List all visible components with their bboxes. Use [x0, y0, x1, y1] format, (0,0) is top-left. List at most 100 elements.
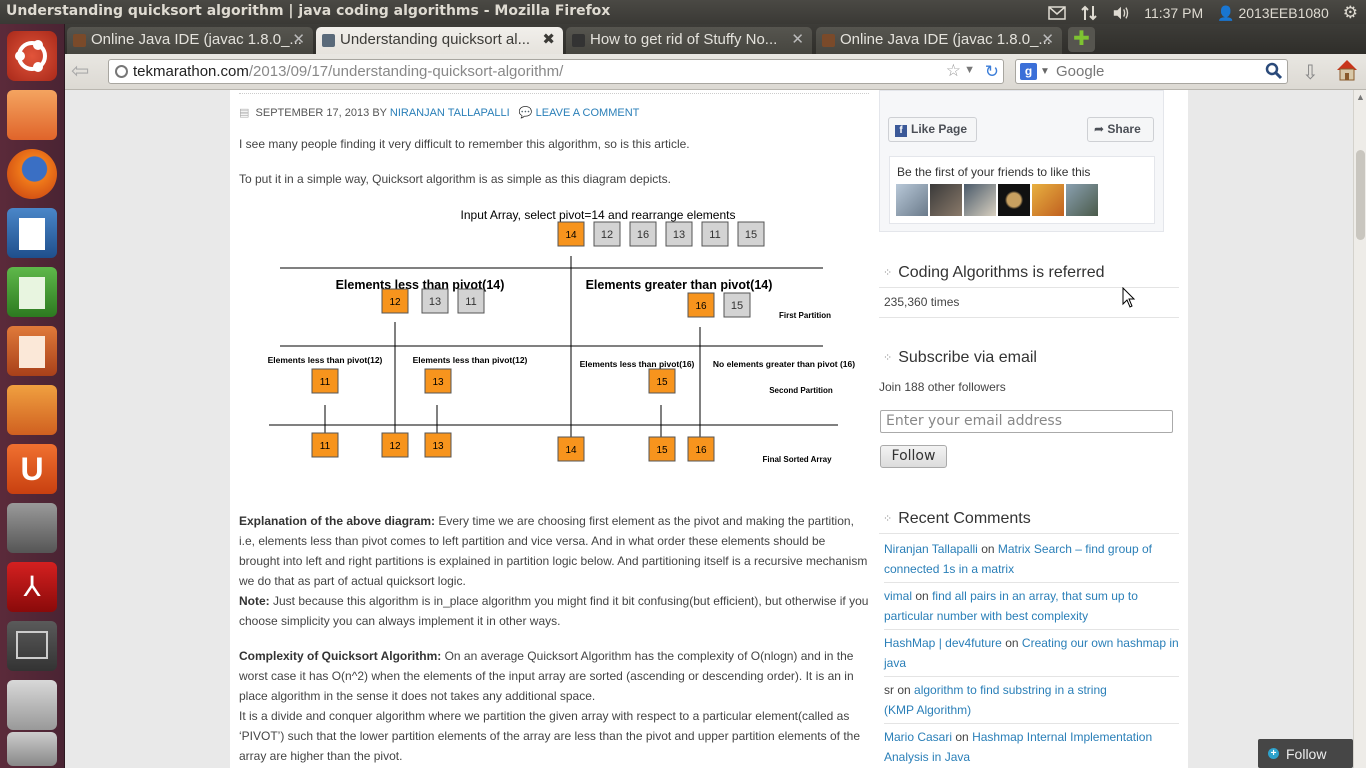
subscribe-title: Subscribe via email [883, 349, 1037, 367]
wp-follow-button[interactable]: + Follow [1258, 739, 1353, 768]
java-favicon-icon [822, 34, 835, 47]
mail-icon[interactable] [1048, 5, 1066, 21]
second-partition-label: Second Partition [769, 386, 833, 395]
gear-icon[interactable]: ⚙ [1343, 3, 1358, 23]
system-settings-icon[interactable] [7, 503, 57, 553]
globe-icon [115, 65, 128, 78]
page-scrollbar[interactable]: ▲ [1353, 90, 1366, 768]
recent-comments-title: Recent Comments [883, 510, 1031, 528]
right-partition-element-value: 15 [731, 300, 743, 312]
fb-like-page-button[interactable]: f Like Page [888, 117, 977, 142]
comment-author[interactable]: Niranjan Tallapalli [884, 542, 978, 556]
new-tab-button[interactable]: ✚ [1068, 27, 1095, 52]
less-than-16-label: Elements less than pivot(16) [580, 359, 695, 369]
close-icon[interactable]: ✖ [542, 30, 555, 48]
comment-post-link[interactable]: algorithm to find substring in a string … [884, 683, 1107, 717]
follow-button[interactable]: Follow [880, 445, 947, 468]
avatar[interactable] [930, 184, 962, 216]
divide-conquer-text: It is a divide and conquer algorithm whe… [239, 709, 860, 763]
scroll-up-icon[interactable]: ▲ [1356, 92, 1365, 102]
fb-friends-text: Be the first of your friends to like thi… [897, 165, 1091, 179]
second-partition-element-value: 13 [432, 377, 444, 388]
avatar[interactable] [1066, 184, 1098, 216]
avatar[interactable] [1032, 184, 1064, 216]
impress-icon[interactable] [7, 326, 57, 376]
user-icon: 👤 [1217, 4, 1235, 21]
no-greater-than-16-label: No elements greater than pivot (16) [713, 359, 855, 369]
comment-item: sr on algorithm to find substring in a s… [884, 683, 1107, 717]
right-partition-element-value: 16 [695, 301, 707, 312]
complexity-label: Complexity of Quicksort Algorithm: [239, 649, 442, 663]
search-bar[interactable]: g ▼ Google [1015, 59, 1288, 84]
page-favicon-icon [322, 34, 335, 47]
comment-author[interactable]: Mario Casari [884, 730, 952, 744]
post-date: SEPTEMBER 17, 2013 [255, 107, 370, 119]
reload-icon[interactable]: ↻ [985, 62, 999, 82]
home-icon[interactable] [1335, 58, 1359, 82]
input-element-value: 11 [709, 229, 720, 241]
scrollbar-thumb[interactable] [1356, 150, 1365, 240]
facebook-icon: f [895, 125, 907, 137]
search-engine-dropdown-icon[interactable]: ▼ [1040, 66, 1050, 77]
trash-icon[interactable] [7, 732, 57, 766]
dash-home-icon[interactable] [7, 31, 57, 81]
url-dropdown-icon[interactable]: ▼ [964, 64, 975, 76]
leave-comment-link[interactable]: LEAVE A COMMENT [536, 107, 640, 119]
note-text: Just because this algorithm is in_place … [239, 594, 869, 628]
comment-author[interactable]: HashMap | dev4future [884, 636, 1002, 650]
back-button[interactable]: ⇦ [71, 60, 97, 84]
adobe-reader-icon[interactable]: ⅄ [7, 562, 57, 612]
url-bar[interactable]: tekmarathon.com/2013/09/17/understanding… [108, 59, 1004, 84]
search-icon[interactable] [1265, 62, 1283, 80]
tab-online-java-ide-1[interactable]: Online Java IDE (javac 1.8.0_... ✕ [67, 27, 313, 54]
first-partition-label: First Partition [779, 311, 831, 320]
input-element-value: 13 [673, 229, 685, 241]
url-path: /2013/09/17/understanding-quicksort-algo… [248, 63, 564, 80]
avatar[interactable] [964, 184, 996, 216]
fb-share-button[interactable]: ➦ Share [1087, 117, 1154, 142]
email-field[interactable]: Enter your email address [880, 410, 1173, 433]
close-icon[interactable]: ✕ [791, 30, 804, 48]
software-center-icon[interactable] [7, 385, 57, 435]
post-meta: ▤ SEPTEMBER 17, 2013 BY NIRANJAN TALLAPA… [239, 106, 639, 119]
calc-icon[interactable] [7, 267, 57, 317]
volume-icon[interactable] [1112, 5, 1130, 21]
author-link[interactable]: NIRANJAN TALLAPALLI [390, 107, 510, 119]
bookmark-star-icon[interactable]: ☆ [946, 61, 961, 81]
tab-stuffy-nose[interactable]: How to get rid of Stuffy No... ✕ [566, 27, 812, 54]
network-icon[interactable] [1080, 5, 1098, 21]
divider [884, 629, 1179, 630]
note-label: Note: [239, 594, 270, 608]
left-partition-element-value: 13 [429, 296, 441, 308]
workspace-switcher-icon[interactable] [7, 621, 57, 671]
input-element-value: 14 [565, 230, 577, 241]
tab-online-java-ide-2[interactable]: Online Java IDE (javac 1.8.0_... ✕ [816, 27, 1062, 54]
intro-paragraph-1: I see many people finding it very diffic… [239, 137, 690, 151]
quicksort-diagram: Input Array, select pivot=14 and rearran… [268, 208, 856, 464]
avatar[interactable] [896, 184, 928, 216]
explanation-label: Explanation of the above diagram: [239, 514, 436, 528]
referred-count: 235,360 times [884, 295, 960, 309]
divider [879, 533, 1179, 534]
comment-author[interactable]: vimal [884, 589, 912, 603]
writer-icon[interactable] [7, 208, 57, 258]
unity-launcher: U ⅄ [0, 24, 65, 768]
usb-drive-icon[interactable] [7, 680, 57, 730]
clock[interactable]: 11:37 PM [1144, 5, 1203, 21]
close-icon[interactable]: ✕ [1041, 30, 1054, 48]
downloads-icon[interactable]: ⇩ [1302, 60, 1319, 85]
files-icon[interactable] [7, 90, 57, 140]
google-icon[interactable]: g [1020, 63, 1037, 80]
right-partition-1: 16 15 [687, 292, 751, 318]
firefox-icon[interactable] [7, 149, 57, 199]
avatar[interactable] [998, 184, 1030, 216]
share-icon: ➦ [1094, 122, 1105, 136]
close-icon[interactable]: ✕ [292, 30, 305, 48]
divider [239, 93, 869, 94]
ubuntu-one-icon[interactable]: U [7, 444, 57, 494]
user-menu[interactable]: 👤 2013EEB1080 [1217, 5, 1329, 22]
second-partition-element-value: 11 [320, 377, 331, 388]
divider [884, 676, 1179, 677]
tab-understanding-quicksort[interactable]: Understanding quicksort al... ✖ [316, 27, 563, 54]
java-favicon-icon [73, 34, 86, 47]
